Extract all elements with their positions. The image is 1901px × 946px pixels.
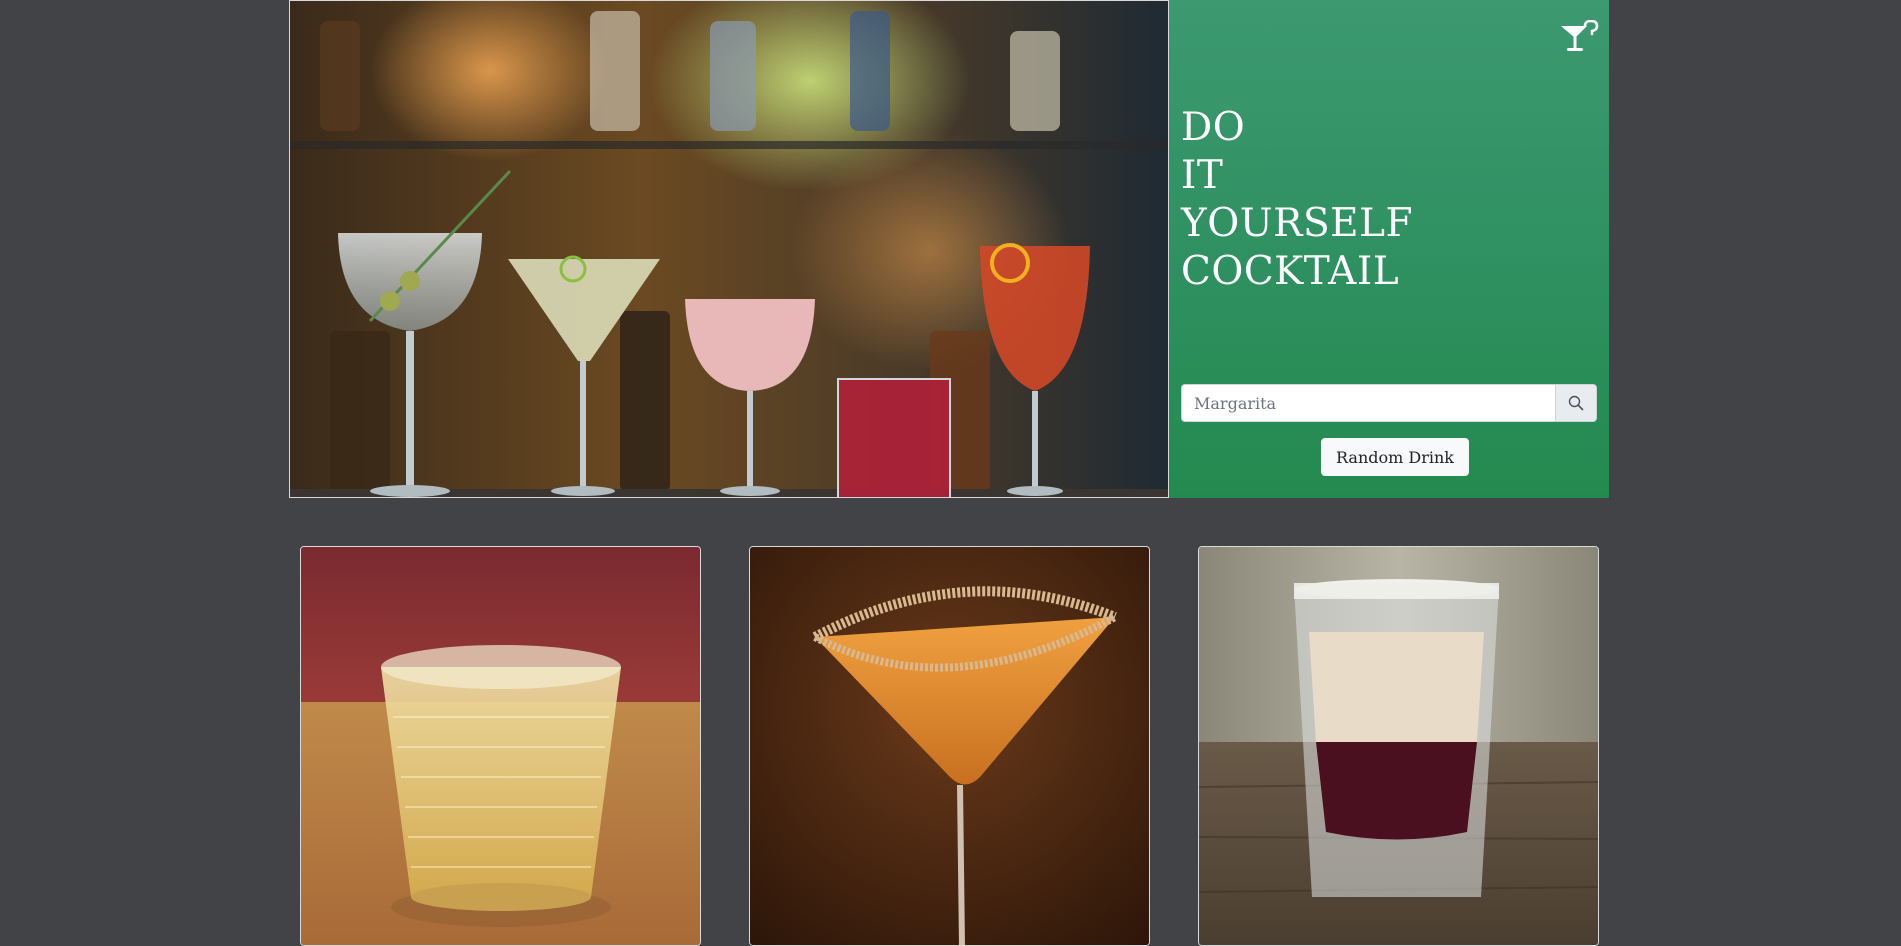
site-title-line: IT — [1181, 153, 1224, 198]
site-title-line: DO — [1181, 105, 1246, 150]
random-drink-button[interactable]: Random Drink — [1321, 438, 1469, 476]
drink-card[interactable] — [749, 546, 1150, 946]
hero-bar-photo — [290, 1, 1168, 497]
drink-card[interactable] — [1198, 546, 1599, 946]
hero-section: DO IT YOURSELF COCKTAIL Random Drink — [289, 0, 1609, 498]
site-title: DO IT YOURSELF COCKTAIL — [1181, 104, 1413, 296]
search-group — [1181, 384, 1597, 422]
drink-image — [1199, 547, 1598, 945]
search-input[interactable] — [1181, 384, 1555, 422]
search-icon — [1568, 395, 1584, 411]
site-title-line: COCKTAIL — [1181, 249, 1400, 294]
site-title-line: YOURSELF — [1181, 201, 1414, 246]
hero-panel: DO IT YOURSELF COCKTAIL Random Drink — [1169, 0, 1609, 498]
drink-image — [301, 547, 700, 945]
drink-image — [750, 547, 1149, 945]
drink-card[interactable] — [300, 546, 701, 946]
cocktail-question-icon[interactable] — [1559, 20, 1599, 56]
hero-bar-image — [289, 0, 1169, 498]
search-button[interactable] — [1555, 384, 1597, 422]
